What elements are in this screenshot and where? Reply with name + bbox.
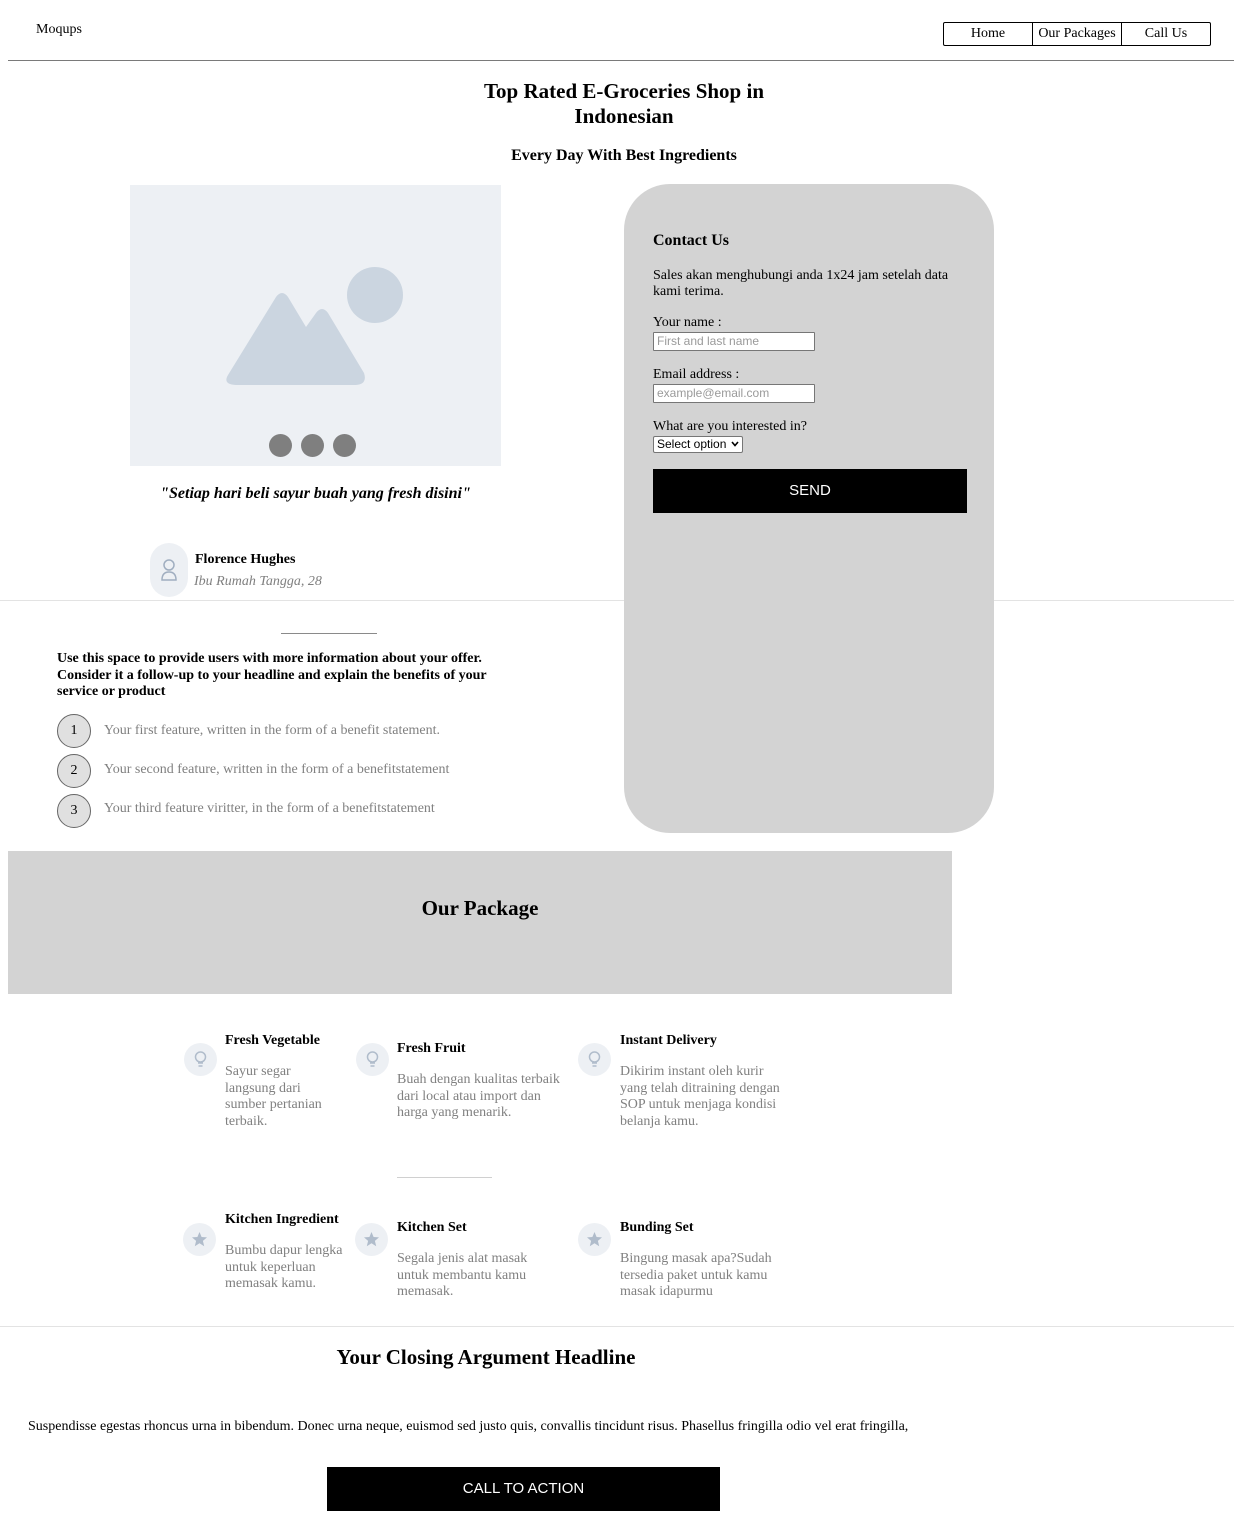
contact-title: Contact Us [653,232,729,249]
package-desc-kitchen-set: Segala jenis alat masak untuk membantu k… [397,1251,528,1299]
interest-selected-value: Select option [657,437,727,451]
closing-divider [0,1326,1234,1327]
star-icon [183,1223,216,1256]
package-desc-fresh-vegetable: Sayur segar langsung dari sumber pertani… [225,1064,322,1129]
closing-title: Your Closing Argument Headline [336,1345,636,1369]
carousel-dot-2[interactable] [301,434,324,457]
contact-description: Sales akan menghubungi anda 1x24 jam set… [653,268,949,299]
package-title-kitchen-set: Kitchen Set [397,1220,467,1235]
email-label: Email address : [653,367,740,382]
brand-logo[interactable]: Moqups [36,22,82,38]
email-input[interactable]: example@email.com [653,384,815,403]
package-banner [8,851,952,994]
closing-text: Suspendisse egestas rhoncus urna in bibe… [28,1419,909,1434]
lightbulb-icon [356,1043,389,1076]
package-desc-kitchen-ingredient: Bumbu dapur lengka untuk keperluan memas… [225,1243,343,1291]
section-divider [0,600,1234,601]
star-icon [578,1223,611,1256]
hero-subtitle: Every Day With Best Ingredients [511,147,737,164]
name-input[interactable]: First and last name [653,332,815,351]
interest-label: What are you interested in? [653,419,807,434]
hero-title: Top Rated E-Groceries Shop in Indonesian [424,79,824,129]
feature-number-1: 1 [57,714,91,748]
testimonial-role: Ibu Rumah Tangga, 28 [194,574,322,589]
top-nav: Home Our Packages Call Us [943,22,1211,46]
email-placeholder: example@email.com [657,386,770,400]
feature-number-3: 3 [57,794,91,828]
package-desc-instant-delivery: Dikirim instant oleh kurir yang telah di… [620,1064,780,1129]
nav-home[interactable]: Home [944,23,1032,45]
nav-call-us[interactable]: Call Us [1121,23,1210,45]
user-icon [161,559,177,581]
short-divider [397,1177,492,1178]
feature-text-1: Your first feature, written in the form … [104,723,441,738]
interest-select[interactable]: Select option [653,436,743,453]
testimonial-quote: "Setiap hari beli sayur buah yang fresh … [160,485,471,502]
header-divider [8,60,1234,61]
chevron-down-icon [731,441,739,447]
nav-our-packages[interactable]: Our Packages [1032,23,1121,45]
carousel-dot-1[interactable] [269,434,292,457]
image-placeholder-icon [226,267,403,385]
hero-title-line1: Top Rated E-Groceries Shop in [483,79,765,103]
hero-image-placeholder [130,185,501,466]
testimonial-name: Florence Hughes [195,552,296,567]
package-title-fresh-fruit: Fresh Fruit [397,1041,466,1056]
short-divider [281,633,377,634]
hero-title-line2: Indonesian [574,104,674,128]
package-title: Our Package [421,896,539,920]
star-icon [355,1223,388,1256]
package-title-instant-delivery: Instant Delivery [620,1033,717,1048]
lightbulb-icon [184,1043,217,1076]
carousel-dot-3[interactable] [333,434,356,457]
package-desc-fresh-fruit: Buah dengan kualitas terbaik dari local … [397,1072,560,1120]
package-desc-bunding-set: Bingung masak apa?Sudah tersedia paket u… [620,1251,772,1299]
avatar [150,543,188,597]
feature-text-2: Your second feature, written in the form… [104,762,450,777]
name-placeholder: First and last name [657,334,760,348]
offer-text: Use this space to provide users with mor… [57,651,487,699]
package-title-kitchen-ingredient: Kitchen Ingredient [225,1212,339,1227]
call-to-action-button[interactable]: CALL TO ACTION [327,1467,720,1511]
name-label: Your name : [653,315,722,330]
feature-number-2: 2 [57,754,91,788]
package-title-bunding-set: Bunding Set [620,1220,694,1235]
send-button[interactable]: SEND [653,469,967,513]
lightbulb-icon [578,1043,611,1076]
package-title-fresh-vegetable: Fresh Vegetable [225,1033,321,1048]
feature-text-3: Your third feature viritter, in the form… [104,801,435,816]
